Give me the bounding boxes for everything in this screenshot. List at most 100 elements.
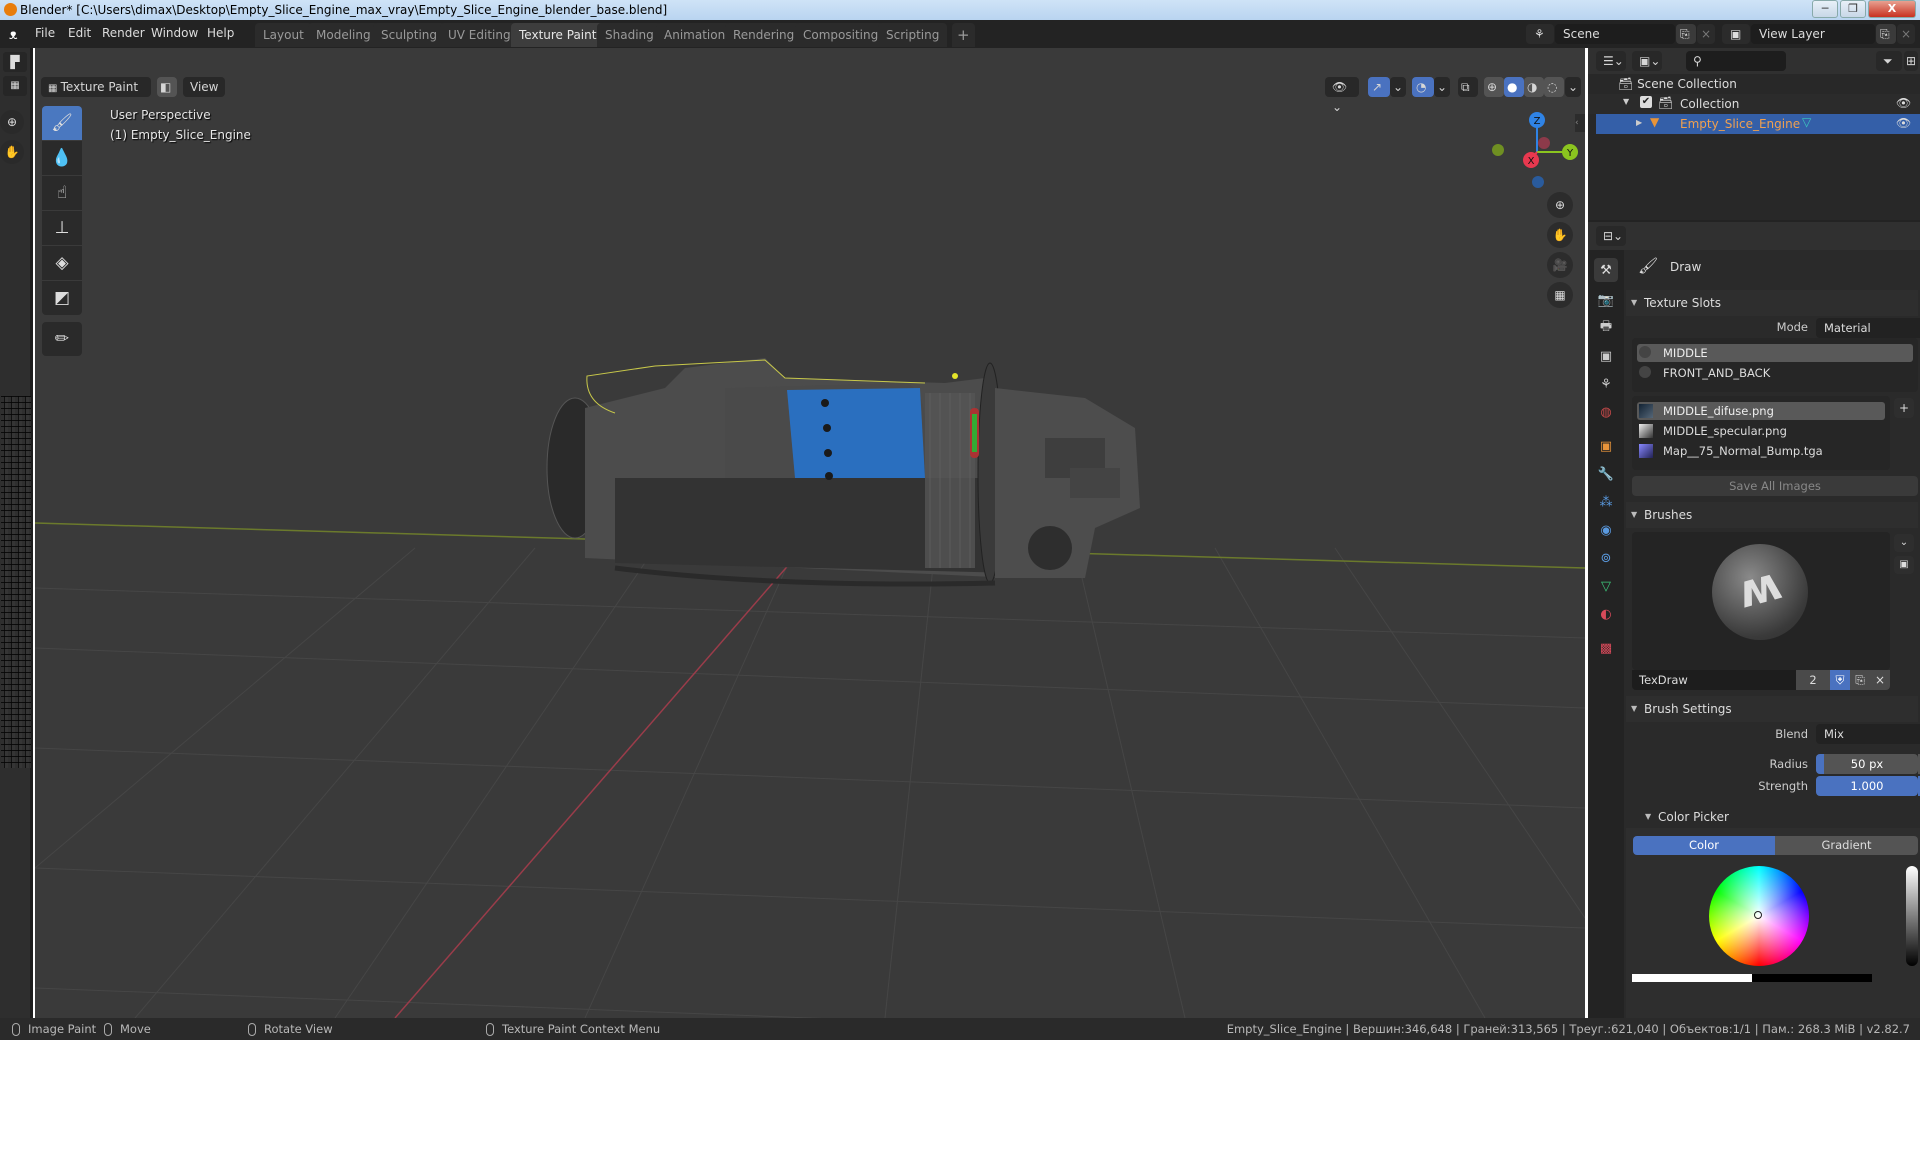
outliner-search-input[interactable]: ⚲ bbox=[1686, 51, 1786, 71]
blender-menu-icon[interactable]: ᴥ bbox=[9, 26, 18, 43]
brush-users-count[interactable]: 2 bbox=[1796, 670, 1830, 690]
view-layer-field[interactable]: View Layer bbox=[1751, 24, 1875, 44]
view-layer-selector-icon[interactable]: ▣ bbox=[1722, 24, 1750, 44]
color-tab[interactable]: Color bbox=[1633, 836, 1775, 855]
new-collection-icon[interactable]: ⊞ bbox=[1904, 51, 1918, 71]
tab-output-icon[interactable]: 🖶 bbox=[1594, 316, 1618, 340]
texture-slots-panel-header[interactable]: ▼ Texture Slots bbox=[1626, 290, 1918, 316]
brush-name-field[interactable]: TexDraw bbox=[1632, 670, 1796, 690]
paint-mask-toggle[interactable]: ◧ bbox=[157, 77, 177, 97]
new-view-layer-icon[interactable]: ⎘ bbox=[1876, 24, 1896, 44]
delete-scene-icon[interactable]: × bbox=[1697, 24, 1715, 44]
texture-paint-mode-icon[interactable]: ▦ bbox=[3, 76, 27, 96]
tab-material-icon[interactable]: ◐ bbox=[1594, 602, 1618, 626]
tab-rendering[interactable]: Rendering bbox=[725, 23, 803, 47]
scene-selector-icon[interactable]: ⚘ bbox=[1526, 24, 1554, 44]
close-button[interactable]: X bbox=[1868, 0, 1916, 18]
tab-modeling[interactable]: Modeling bbox=[308, 23, 379, 47]
tab-animation[interactable]: Animation bbox=[656, 23, 734, 47]
material-item-selected[interactable]: MIDDLE bbox=[1637, 344, 1913, 362]
brush-settings-panel-header[interactable]: ▼ Brush Settings bbox=[1626, 696, 1918, 722]
tool-clone[interactable]: ⊥ bbox=[42, 211, 82, 245]
tab-world-icon[interactable]: ◍ bbox=[1594, 400, 1618, 424]
gradient-tab[interactable]: Gradient bbox=[1775, 836, 1918, 855]
minimize-button[interactable]: ─ bbox=[1812, 0, 1838, 18]
tab-data-icon[interactable]: ▽ bbox=[1594, 574, 1618, 598]
menu-help[interactable]: Help bbox=[207, 26, 234, 40]
image-slot-item-selected[interactable]: MIDDLE_difuse.png bbox=[1637, 402, 1885, 420]
tab-shading[interactable]: Shading bbox=[597, 23, 662, 47]
save-all-images-button[interactable]: Save All Images bbox=[1632, 476, 1918, 496]
tab-object-icon[interactable]: ▣ bbox=[1594, 434, 1618, 458]
brushes-panel-header[interactable]: ▼ Brushes bbox=[1626, 502, 1918, 528]
overlays-dropdown[interactable]: ⌄ bbox=[1434, 77, 1450, 97]
xray-toggle[interactable]: ⧉ bbox=[1458, 77, 1478, 97]
tool-smear[interactable]: ☝ bbox=[42, 176, 82, 210]
tab-render-icon[interactable]: 📷 bbox=[1594, 288, 1618, 312]
tool-draw[interactable]: 🖌 bbox=[42, 106, 82, 140]
view-menu[interactable]: View bbox=[183, 77, 226, 97]
blend-dropdown[interactable]: Mix⌄ bbox=[1816, 724, 1920, 744]
zoom-icon[interactable]: ⊕ bbox=[0, 110, 24, 134]
visibility-dropdown[interactable]: 👁⌄ bbox=[1325, 77, 1359, 114]
tab-constraints-icon[interactable]: ⊚ bbox=[1594, 546, 1618, 570]
mode-dropdown[interactable]: Material⌄ bbox=[1816, 318, 1920, 338]
editor-type-icon[interactable]: ▛ bbox=[3, 52, 27, 72]
filter-icon[interactable]: ⏷ bbox=[1876, 51, 1902, 71]
image-slot-item[interactable]: MIDDLE_specular.png bbox=[1637, 422, 1885, 440]
3d-viewport[interactable]: ▦ Texture Paint ⌄ ◧ View 👁⌄ ↗ ⌄ ◔ ⌄ ⧉ ⊕ … bbox=[35, 48, 1585, 1018]
menu-edit[interactable]: Edit bbox=[68, 26, 91, 40]
new-scene-icon[interactable]: ⎘ bbox=[1676, 24, 1696, 44]
ortho-toggle-icon[interactable]: ▦ bbox=[1547, 282, 1573, 308]
material-item[interactable]: FRONT_AND_BACK bbox=[1637, 364, 1913, 382]
primary-color-swatch[interactable] bbox=[1632, 974, 1752, 982]
overlays-toggle[interactable]: ◔ bbox=[1412, 77, 1434, 97]
display-mode-icon[interactable]: ☰⌄ bbox=[1596, 51, 1626, 71]
outliner-row-object[interactable]: ▶ ▼ Empty_Slice_Engine ▽ 👁 bbox=[1596, 114, 1920, 134]
wireframe-shading-button[interactable]: ⊕ bbox=[1484, 77, 1504, 97]
scene-field[interactable]: Scene bbox=[1555, 24, 1675, 44]
duplicate-brush-icon[interactable]: ⎘ bbox=[1850, 670, 1870, 690]
delete-view-layer-icon[interactable]: × bbox=[1897, 24, 1915, 44]
tab-particles-icon[interactable]: ⁂ bbox=[1594, 490, 1618, 514]
gizmo-dropdown[interactable]: ⌄ bbox=[1390, 77, 1406, 97]
tab-physics-icon[interactable]: ◉ bbox=[1594, 518, 1618, 542]
material-preview-button[interactable]: ◑ bbox=[1524, 77, 1544, 97]
tab-layout[interactable]: Layout bbox=[255, 23, 312, 47]
menu-render[interactable]: Render bbox=[102, 26, 145, 40]
color-wheel-cursor[interactable] bbox=[1754, 911, 1762, 919]
maximize-button[interactable]: ❐ bbox=[1840, 0, 1866, 18]
add-workspace-button[interactable]: + bbox=[952, 23, 975, 47]
pan-view-icon[interactable]: ✋ bbox=[1547, 222, 1573, 248]
tab-uv-editing[interactable]: UV Editing bbox=[440, 23, 519, 47]
tab-texture-paint[interactable]: Texture Paint bbox=[511, 23, 605, 47]
view-layer-filter-icon[interactable]: ▣⌄ bbox=[1632, 51, 1662, 71]
tool-annotate[interactable]: ✏ bbox=[42, 322, 82, 356]
brush-custom-icon[interactable]: ▣ bbox=[1894, 556, 1914, 574]
image-slot-item[interactable]: Map__75_Normal_Bump.tga bbox=[1637, 442, 1885, 460]
navigation-gizmo[interactable]: Z Y X bbox=[1483, 100, 1585, 210]
collection-checkbox[interactable]: ✔ bbox=[1640, 96, 1652, 108]
solid-shading-button[interactable]: ● bbox=[1504, 77, 1524, 97]
engine-model[interactable] bbox=[525, 348, 1145, 618]
editor-type-icon[interactable]: ⊟⌄ bbox=[1596, 226, 1626, 246]
outliner-row-collection[interactable]: ▼ ✔ 🗃 Collection 👁 bbox=[1588, 94, 1920, 114]
color-wheel[interactable] bbox=[1709, 866, 1809, 966]
gizmo-toggle[interactable]: ↗ bbox=[1368, 77, 1390, 97]
tab-tool-icon[interactable]: ⚒ bbox=[1594, 258, 1618, 282]
tab-compositing[interactable]: Compositing bbox=[795, 23, 887, 47]
value-slider[interactable] bbox=[1906, 866, 1918, 966]
camera-view-icon[interactable]: 🎥 bbox=[1547, 252, 1573, 278]
mode-dropdown[interactable]: ▦ Texture Paint ⌄ bbox=[41, 77, 151, 116]
zoom-view-icon[interactable]: ⊕ bbox=[1547, 192, 1573, 218]
tool-fill[interactable]: ◈ bbox=[42, 246, 82, 280]
sidebar-toggle-icon[interactable]: ‹ bbox=[1575, 114, 1585, 132]
unlink-brush-icon[interactable]: × bbox=[1870, 670, 1890, 690]
tool-mask[interactable]: ◩ bbox=[42, 281, 82, 315]
rendered-shading-button[interactable]: ◌ bbox=[1544, 77, 1564, 97]
add-texture-slot-button[interactable]: + bbox=[1894, 398, 1914, 418]
tool-soften[interactable]: 💧 bbox=[42, 141, 82, 175]
pan-hand-icon[interactable]: ✋ bbox=[0, 140, 24, 164]
strength-slider[interactable]: 1.000 bbox=[1816, 776, 1918, 796]
color-picker-subpanel-header[interactable]: ▼ Color Picker bbox=[1640, 806, 1918, 828]
